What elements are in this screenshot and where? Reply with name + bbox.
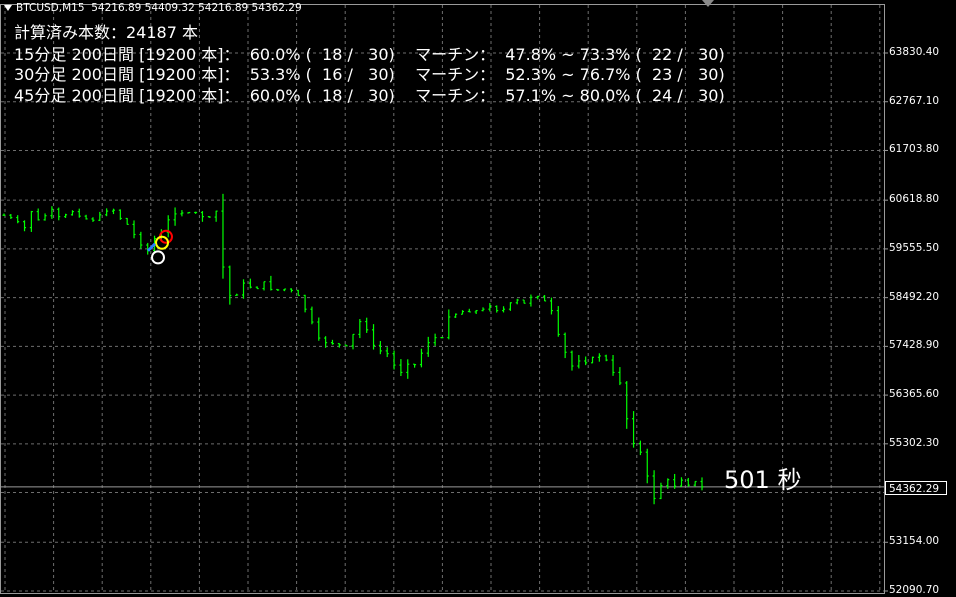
y-tick-label: 57428.90 <box>889 339 940 352</box>
current-price-label: 54362.29 <box>885 481 947 495</box>
chart-shift-marker[interactable] <box>702 0 714 7</box>
y-tick-label: 62767.10 <box>889 94 940 107</box>
info-line-45m: 45分足 200日間 [19200 本]： 60.0% ( 18 / 30) マ… <box>14 86 725 105</box>
y-tick-label: 55302.30 <box>889 436 940 449</box>
info-line-15m: 15分足 200日間 [19200 本]： 60.0% ( 18 / 30) マ… <box>14 45 725 64</box>
ohlc-label: 54216.89 54409.32 54216.89 54362.29 <box>91 2 302 14</box>
y-tick-label: 53154.00 <box>889 535 940 548</box>
y-tick-label: 58492.20 <box>889 290 940 303</box>
y-tick-label: 52090.70 <box>889 584 940 596</box>
bar-timer: 501 秒 <box>724 466 802 494</box>
info-line-count: 計算済み本数：24187 本 <box>14 23 198 42</box>
y-tick-label: 59555.50 <box>889 241 940 254</box>
chevron-down-icon[interactable] <box>4 5 12 11</box>
signal-circle-marker <box>151 250 165 265</box>
info-line-30m: 30分足 200日間 [19200 本]： 53.3% ( 16 / 30) マ… <box>14 65 725 84</box>
y-tick-label: 63830.40 <box>889 46 940 58</box>
chart-header: BTCUSD,M15 54216.89 54409.32 54216.89 54… <box>4 2 302 14</box>
y-tick-label: 60618.80 <box>889 193 940 206</box>
symbol-label: BTCUSD,M15 <box>16 2 85 14</box>
y-tick-label: 56365.60 <box>889 388 940 401</box>
y-tick-label: 61703.80 <box>889 143 940 156</box>
